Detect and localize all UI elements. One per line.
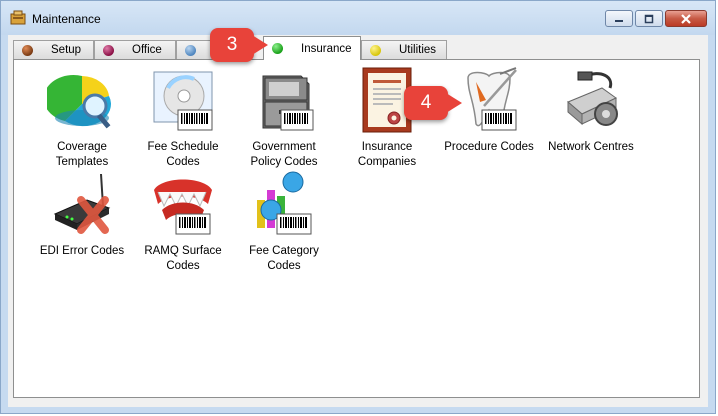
green-ball-icon	[272, 43, 283, 54]
fee-category-codes-item[interactable]: Fee Category Codes	[229, 170, 339, 274]
fee-category-codes-icon	[249, 170, 319, 240]
tab-label: Insurance	[301, 42, 352, 55]
minimize-button[interactable]	[605, 10, 633, 27]
tab-label: Office	[132, 44, 162, 56]
fee-schedule-codes-icon	[148, 66, 218, 136]
callout-number: 3	[226, 34, 238, 55]
client-area: Setup Office Insurance Utilities Coverag…	[8, 35, 708, 407]
callout-4: 4	[404, 86, 462, 120]
coverage-templates-item[interactable]: Coverage Templates	[27, 66, 137, 170]
item-label: Coverage Templates	[55, 141, 109, 168]
item-label: Fee Schedule Codes	[147, 141, 219, 168]
tab-setup[interactable]: Setup	[13, 40, 94, 59]
government-policy-codes-icon	[249, 66, 319, 136]
yellow-ball-icon	[370, 44, 381, 56]
item-label: Fee Category Codes	[249, 245, 319, 272]
coverage-templates-icon	[43, 66, 117, 136]
item-label: Procedure Codes	[444, 141, 534, 153]
window-title: Maintenance	[32, 12, 101, 26]
item-label: Insurance Companies	[357, 141, 417, 168]
maximize-button[interactable]	[635, 10, 663, 27]
tab-label: Setup	[51, 44, 82, 56]
tab-utilities[interactable]: Utilities	[361, 40, 447, 59]
close-icon	[666, 11, 706, 26]
tab-office[interactable]: Office	[94, 40, 176, 59]
magenta-ball-icon	[103, 44, 114, 56]
network-centres-icon	[556, 66, 626, 136]
callout-3: 3	[210, 28, 268, 62]
fee-schedule-codes-item[interactable]: Fee Schedule Codes	[128, 66, 238, 170]
edi-error-codes-item[interactable]: EDI Error Codes	[27, 170, 137, 259]
item-label: Network Centres	[548, 141, 634, 153]
title-bar[interactable]: Maintenance	[1, 1, 715, 35]
item-label: EDI Error Codes	[39, 245, 125, 257]
brown-ball-icon	[22, 44, 33, 56]
item-label: Government Policy Codes	[250, 141, 318, 168]
item-label: RAMQ Surface Codes	[144, 245, 222, 272]
close-button[interactable]	[665, 10, 707, 27]
government-policy-codes-item[interactable]: Government Policy Codes	[229, 66, 339, 170]
tab-insurance[interactable]: Insurance	[263, 36, 361, 60]
maximize-icon	[636, 11, 662, 26]
minimize-icon	[606, 11, 632, 26]
procedure-codes-icon	[454, 66, 524, 136]
network-centres-item[interactable]: Network Centres	[536, 66, 646, 155]
ramq-surface-codes-icon	[148, 170, 218, 240]
callout-number: 4	[420, 92, 432, 113]
edi-error-codes-icon	[47, 170, 117, 240]
app-icon	[10, 10, 26, 25]
tab-label: Utilities	[399, 44, 437, 56]
blue-ball-icon	[185, 44, 196, 56]
insurance-panel: Coverage Templates Fee Schedule Codes Go…	[13, 59, 700, 398]
ramq-surface-codes-item[interactable]: RAMQ Surface Codes	[128, 170, 238, 274]
maintenance-window: Maintenance Setup Office Insurance Utili…	[0, 0, 716, 414]
